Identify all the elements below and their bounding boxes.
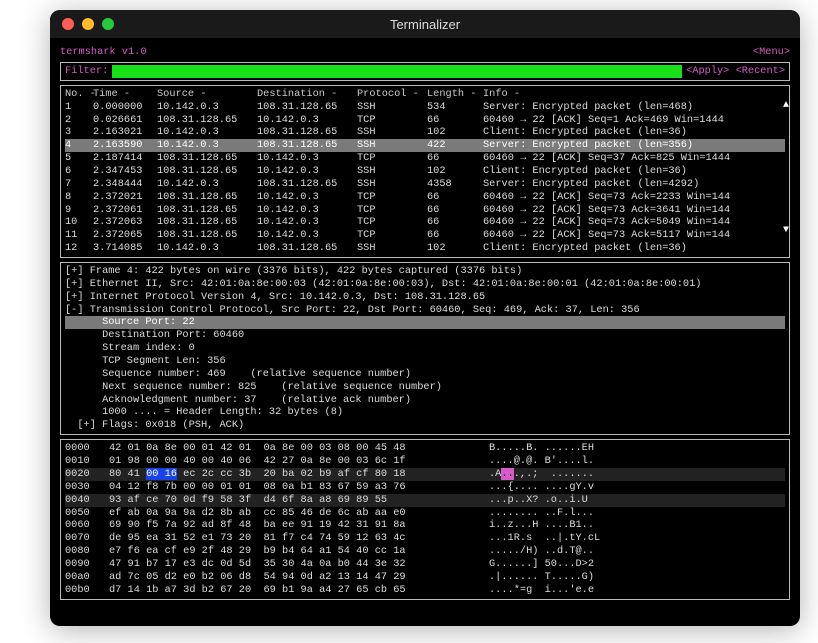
- detail-line[interactable]: [+] Flags: 0x018 (PSH, ACK): [65, 419, 785, 432]
- packet-row[interactable]: 82.372021108.31.128.6510.142.0.3TCP66604…: [65, 191, 785, 204]
- window-title: Terminalizer: [50, 17, 800, 32]
- hex-row[interactable]: 006069 90 f5 7a 92 ad 8f 48 ba ee 91 19 …: [65, 519, 785, 532]
- detail-line[interactable]: 1000 .... = Header Length: 32 bytes (8): [65, 406, 785, 419]
- hex-row[interactable]: 0070de 95 ea 31 52 e1 73 20 81 f7 c4 74 …: [65, 532, 785, 545]
- hex-row[interactable]: 000042 01 0a 8e 00 01 42 01 0a 8e 00 03 …: [65, 442, 785, 455]
- recent-button[interactable]: <Recent>: [736, 65, 785, 77]
- hex-row[interactable]: 0050ef ab 0a 9a 9a d2 8b ab cc 85 46 de …: [65, 507, 785, 520]
- detail-line[interactable]: Sequence number: 469 (relative sequence …: [65, 368, 785, 381]
- packet-row[interactable]: 112.372065108.31.128.6510.142.0.3TCP6660…: [65, 229, 785, 242]
- hex-row[interactable]: 003004 12 f8 7b 00 00 01 01 08 0a b1 83 …: [65, 481, 785, 494]
- hex-row[interactable]: 0080e7 f6 ea cf e9 2f 48 29 b9 b4 64 a1 …: [65, 545, 785, 558]
- detail-line[interactable]: [+] Ethernet II, Src: 42:01:0a:8e:00:03 …: [65, 278, 785, 291]
- filter-input[interactable]: [112, 65, 682, 78]
- terminal-body: termshark v1.0 <Menu> Filter: <Apply> <R…: [50, 38, 800, 614]
- packet-row[interactable]: 102.372063108.31.128.6510.142.0.3TCP6660…: [65, 216, 785, 229]
- filter-label: Filter:: [65, 65, 108, 78]
- filter-bar: Filter: <Apply> <Recent>: [60, 62, 790, 81]
- packet-row[interactable]: 52.187414108.31.128.6510.142.0.3TCP66604…: [65, 152, 785, 165]
- scrollbar[interactable]: ▲▼: [783, 100, 791, 238]
- packet-row[interactable]: 92.372061108.31.128.6510.142.0.3TCP66604…: [65, 204, 785, 217]
- hex-row[interactable]: 002080 41 00 16 ec 2c cc 3b 20 ba 02 b9 …: [65, 468, 785, 481]
- packet-row[interactable]: 42.16359010.142.0.3108.31.128.65SSH422Se…: [65, 139, 785, 152]
- packet-row[interactable]: 123.71408510.142.0.3108.31.128.65SSH102C…: [65, 242, 785, 255]
- detail-line[interactable]: [-] Transmission Control Protocol, Src P…: [65, 304, 785, 317]
- app-name: termshark v1.0: [60, 46, 147, 59]
- packet-row[interactable]: 72.34844410.142.0.3108.31.128.65SSH4358S…: [65, 178, 785, 191]
- apply-button[interactable]: <Apply>: [686, 65, 729, 77]
- detail-line[interactable]: Stream index: 0: [65, 342, 785, 355]
- packet-list-pane[interactable]: No. - Time - Source - Destination - Prot…: [60, 85, 790, 258]
- detail-line[interactable]: Acknowledgment number: 37 (relative ack …: [65, 394, 785, 407]
- packet-row[interactable]: 62.347453108.31.128.6510.142.0.3SSH102Cl…: [65, 165, 785, 178]
- app-window: Terminalizer termshark v1.0 <Menu> Filte…: [50, 10, 800, 626]
- hex-dump-pane[interactable]: 000042 01 0a 8e 00 01 42 01 0a 8e 00 03 …: [60, 439, 790, 599]
- detail-line[interactable]: Next sequence number: 825 (relative sequ…: [65, 381, 785, 394]
- packet-row[interactable]: 10.00000010.142.0.3108.31.128.65SSH534Se…: [65, 101, 785, 114]
- detail-line[interactable]: Source Port: 22: [65, 316, 785, 329]
- detail-line[interactable]: TCP Segment Len: 356: [65, 355, 785, 368]
- menu-button[interactable]: <Menu>: [753, 46, 790, 59]
- packet-row[interactable]: 20.026661108.31.128.6510.142.0.3TCP66604…: [65, 114, 785, 127]
- detail-line[interactable]: Destination Port: 60460: [65, 329, 785, 342]
- hex-row[interactable]: 001001 98 00 00 40 00 40 06 42 27 0a 8e …: [65, 455, 785, 468]
- packet-list-header: No. - Time - Source - Destination - Prot…: [65, 88, 785, 101]
- titlebar: Terminalizer: [50, 10, 800, 38]
- hex-row[interactable]: 004093 af ce 70 0d f9 58 3f d4 6f 8a a8 …: [65, 494, 785, 507]
- hex-row[interactable]: 00b0d7 14 1b a7 3d b2 67 20 69 b1 9a a4 …: [65, 584, 785, 597]
- hex-row[interactable]: 009047 91 b7 17 e3 dc 0d 5d 35 30 4a 0a …: [65, 558, 785, 571]
- packet-details-pane[interactable]: [+] Frame 4: 422 bytes on wire (3376 bit…: [60, 262, 790, 435]
- hex-row[interactable]: 00a0ad 7c 05 d2 e0 b2 06 d8 54 94 0d a2 …: [65, 571, 785, 584]
- packet-row[interactable]: 32.16302110.142.0.3108.31.128.65SSH102Cl…: [65, 126, 785, 139]
- detail-line[interactable]: [+] Internet Protocol Version 4, Src: 10…: [65, 291, 785, 304]
- detail-line[interactable]: [+] Frame 4: 422 bytes on wire (3376 bit…: [65, 265, 785, 278]
